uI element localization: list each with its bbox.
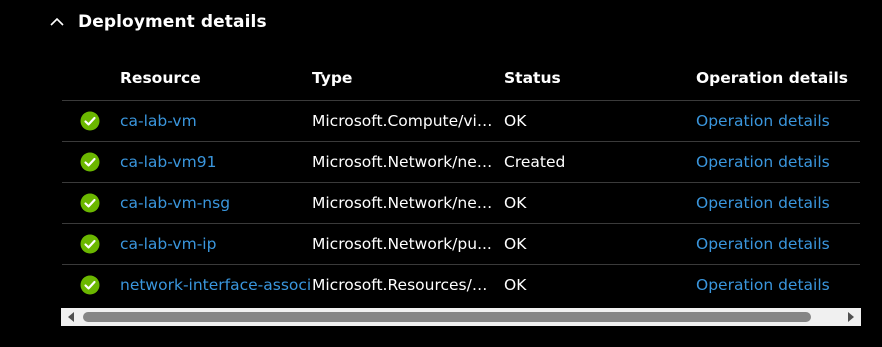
deployment-table: Resource Type Status Operation details c… <box>62 56 860 305</box>
resource-status: OK <box>504 112 527 130</box>
scroll-left-arrow-icon <box>68 312 74 322</box>
resource-type: Microsoft.Network/pu... <box>312 235 492 253</box>
resource-link[interactable]: ca-lab-vm-ip <box>120 235 312 253</box>
operation-details-link[interactable]: Operation details <box>696 153 860 171</box>
table-row: network-interface-associ Microsoft.Resou… <box>62 265 860 305</box>
table-row: ca-lab-vm Microsoft.Compute/vir... OK Op… <box>62 101 860 142</box>
scroll-right-arrow-icon <box>848 312 854 322</box>
resource-link[interactable]: ca-lab-vm <box>120 112 312 130</box>
resource-link[interactable]: ca-lab-vm91 <box>120 153 312 171</box>
header-status: Status <box>504 69 561 87</box>
deployment-details-toggle[interactable]: Deployment details <box>48 8 267 36</box>
resource-link[interactable]: ca-lab-vm-nsg <box>120 194 312 212</box>
chevron-up-icon <box>50 17 64 26</box>
resource-status: Created <box>504 153 566 171</box>
table-row: ca-lab-vm-nsg Microsoft.Network/net... O… <box>62 183 860 224</box>
horizontal-scrollbar[interactable] <box>61 308 861 326</box>
section-title: Deployment details <box>78 12 267 32</box>
resource-type: Microsoft.Resources/d... <box>312 276 497 294</box>
resource-status: OK <box>504 276 527 294</box>
success-check-icon <box>80 275 100 295</box>
table-row: ca-lab-vm91 Microsoft.Network/net... Cre… <box>62 142 860 183</box>
resource-type: Microsoft.Network/net... <box>312 153 498 171</box>
scroll-right-button[interactable] <box>843 308 859 326</box>
scrollbar-thumb[interactable] <box>83 312 811 322</box>
resource-status: OK <box>504 235 527 253</box>
header-operation-details: Operation details <box>696 69 849 87</box>
resource-link[interactable]: network-interface-associ <box>120 276 312 294</box>
success-check-icon <box>80 111 100 131</box>
operation-details-link[interactable]: Operation details <box>696 276 860 294</box>
table-header: Resource Type Status Operation details <box>62 56 860 101</box>
operation-details-link[interactable]: Operation details <box>696 194 860 212</box>
success-check-icon <box>80 152 100 172</box>
resource-type: Microsoft.Network/net... <box>312 194 498 212</box>
success-check-icon <box>80 193 100 213</box>
header-type: Type <box>312 69 353 87</box>
success-check-icon <box>80 234 100 254</box>
resource-type: Microsoft.Compute/vir... <box>312 112 497 130</box>
operation-details-link[interactable]: Operation details <box>696 235 860 253</box>
table-row: ca-lab-vm-ip Microsoft.Network/pu... OK … <box>62 224 860 265</box>
resource-status: OK <box>504 194 527 212</box>
scroll-left-button[interactable] <box>63 308 79 326</box>
header-resource: Resource <box>120 69 201 87</box>
operation-details-link[interactable]: Operation details <box>696 112 860 130</box>
